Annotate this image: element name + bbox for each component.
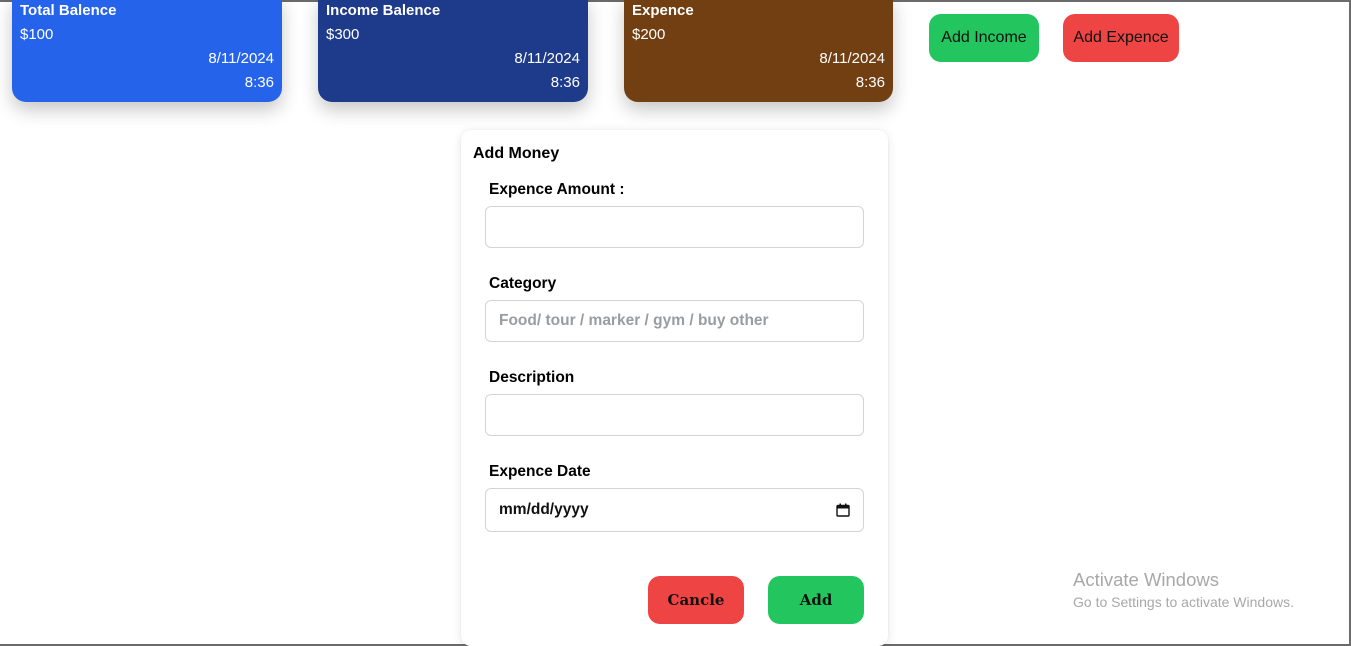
category-input[interactable]: Food/ tour / marker / gym / buy other (485, 300, 864, 342)
description-input[interactable] (485, 394, 864, 436)
watermark-title: Activate Windows (1073, 569, 1219, 590)
watermark-subtitle: Go to Settings to activate Windows. (1073, 594, 1294, 610)
expence-amount-input[interactable] (485, 206, 864, 248)
card-amount: $200 (632, 26, 666, 43)
expence-amount-label: Expence Amount : (489, 181, 625, 198)
card-time: 8:36 (855, 74, 885, 91)
add-expence-button[interactable]: Add Expence (1063, 14, 1179, 62)
description-label: Description (489, 369, 575, 386)
card-time: 8:36 (244, 74, 274, 91)
expence-date-label: Expence Date (489, 463, 591, 480)
cancel-button[interactable]: Cancle (648, 576, 744, 624)
card-title: Total Balence (20, 2, 117, 19)
add-money-modal: Add Money Expence Amount : Category Food… (461, 130, 888, 646)
card-date: 8/11/2024 (514, 50, 580, 67)
category-label: Category (489, 275, 557, 292)
add-button[interactable]: Add (768, 576, 864, 624)
card-amount: $100 (20, 26, 54, 43)
activate-windows-watermark: Activate Windows Go to Settings to activ… (1073, 569, 1294, 610)
card-time: 8:36 (550, 74, 580, 91)
card-title: Expence (632, 2, 694, 19)
add-income-button[interactable]: Add Income (929, 14, 1039, 62)
category-placeholder: Food/ tour / marker / gym / buy other (499, 312, 769, 329)
calendar-icon[interactable] (836, 503, 850, 517)
income-balance-card: Income Balence $300 8/11/2024 8:36 (318, 0, 588, 102)
card-amount: $300 (326, 26, 360, 43)
expence-card: Expence $200 8/11/2024 8:36 (624, 0, 893, 102)
date-placeholder: mm/dd/yyyy (499, 501, 589, 518)
card-date: 8/11/2024 (819, 50, 885, 67)
card-title: Income Balence (326, 2, 441, 19)
modal-title: Add Money (473, 145, 560, 162)
total-balance-card: Total Balence $100 8/11/2024 8:36 (12, 0, 282, 102)
card-date: 8/11/2024 (208, 50, 274, 67)
expence-date-input[interactable]: mm/dd/yyyy (485, 488, 864, 532)
